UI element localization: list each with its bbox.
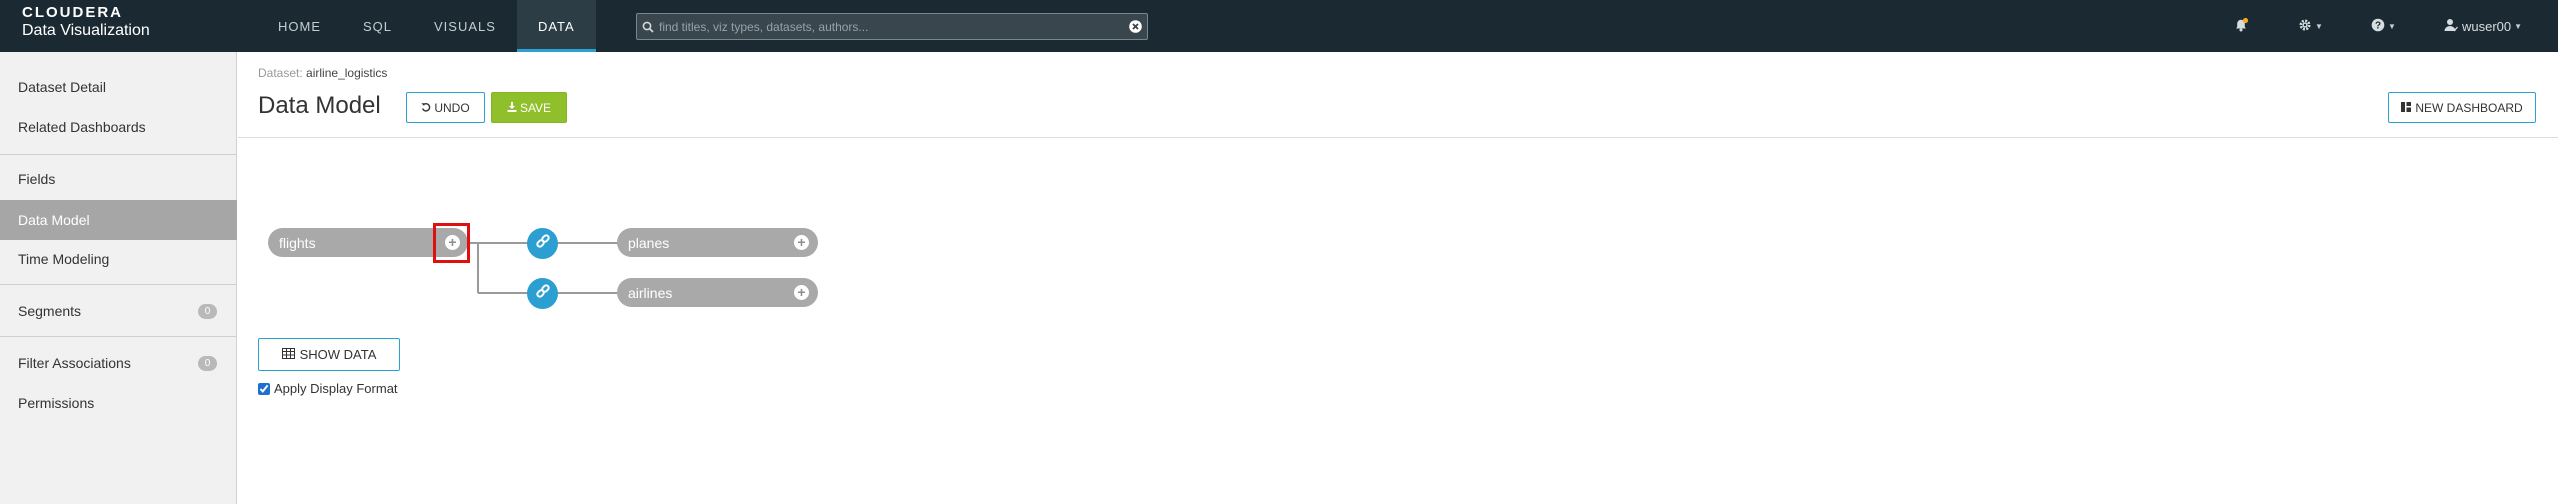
table-node-label: airlines (628, 284, 673, 301)
link-icon (535, 233, 551, 254)
table-node-label: flights (279, 234, 316, 251)
highlight-box (433, 223, 470, 263)
apply-display-format-label: Apply Display Format (274, 381, 398, 396)
apply-display-format-checkbox[interactable] (258, 382, 270, 395)
add-join-icon[interactable]: + (794, 235, 809, 250)
table-icon (281, 347, 295, 362)
table-node-airlines[interactable]: airlines + (617, 278, 818, 307)
link-icon (535, 283, 551, 304)
add-join-icon[interactable]: + (794, 285, 809, 300)
table-node-label: planes (628, 234, 670, 251)
apply-display-format[interactable]: Apply Display Format (258, 381, 398, 396)
show-data-label: SHOW DATA (299, 347, 377, 362)
show-data-button[interactable]: SHOW DATA (258, 338, 400, 371)
table-node-planes[interactable]: planes + (617, 228, 818, 257)
join-link-button-planes[interactable] (527, 228, 558, 259)
join-link-button-airlines[interactable] (527, 278, 558, 309)
